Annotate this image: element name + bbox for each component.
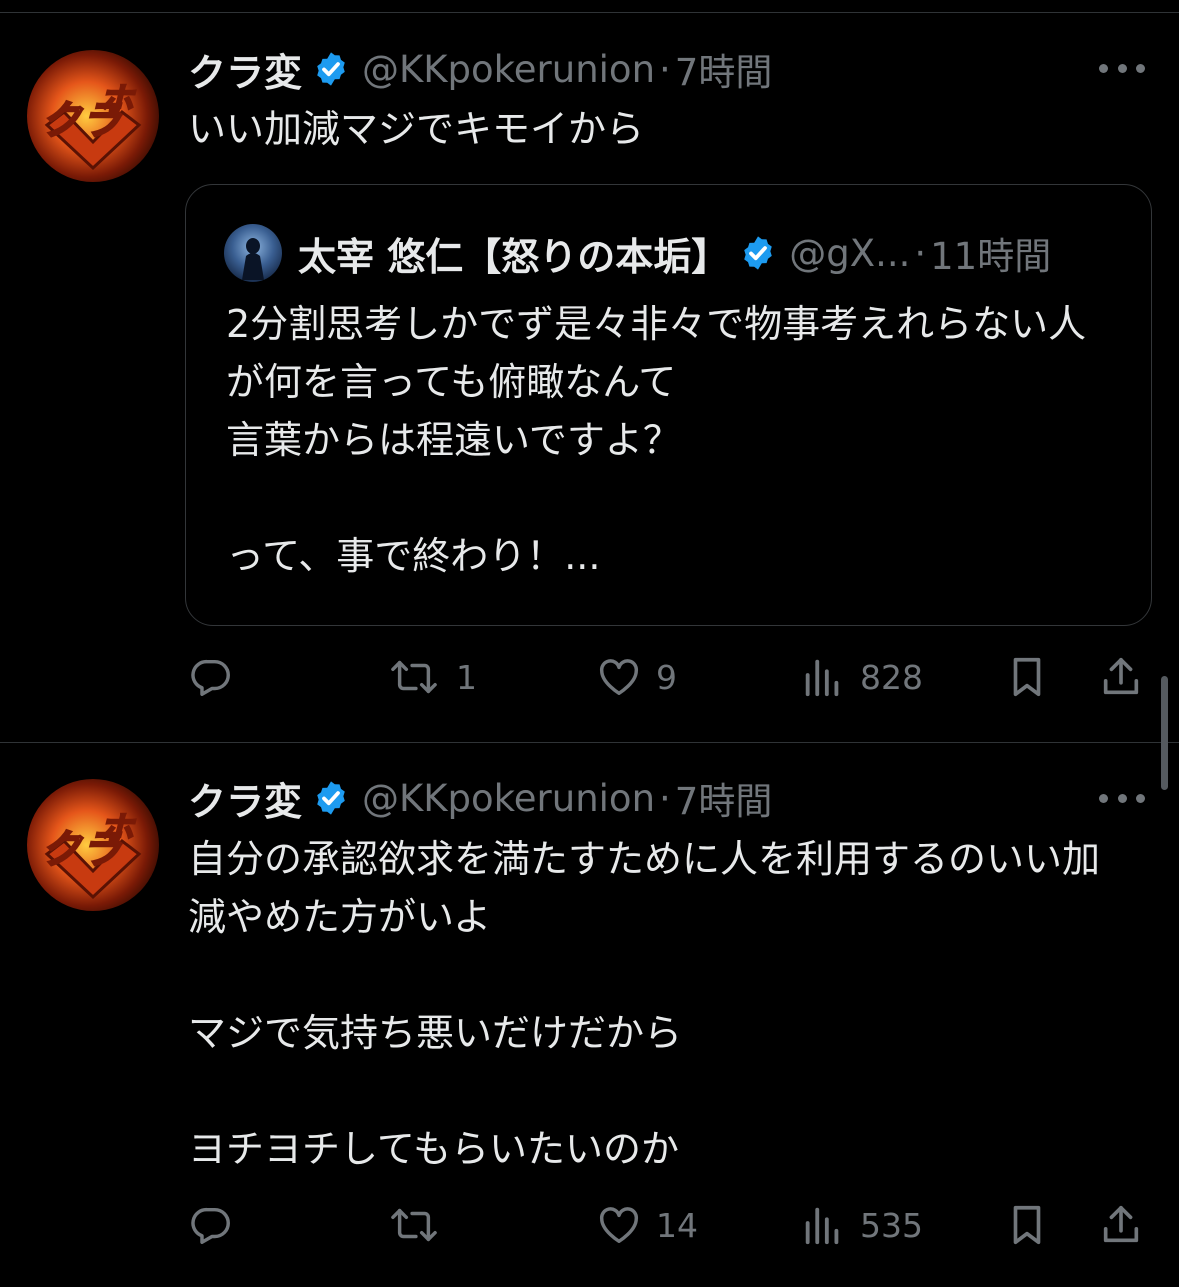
tweet-actions: 14 535: [0, 1194, 1179, 1254]
quoted-author-handle: @gX...: [789, 231, 911, 275]
share-icon: [1103, 1205, 1139, 1243]
tweet-text: いい加減マジでキモイから: [188, 107, 645, 151]
views-button[interactable]: 828: [800, 654, 923, 700]
share-button[interactable]: [1098, 1202, 1144, 1248]
like-button[interactable]: 14: [596, 1202, 698, 1248]
like-icon: [600, 1207, 638, 1244]
tweet-actions: 1 9 828: [0, 646, 1179, 706]
reply-button[interactable]: [188, 1202, 248, 1248]
top-divider: [0, 12, 1179, 13]
scrollbar[interactable]: [1161, 676, 1168, 790]
quoted-author-name: 太宰 悠仁【怒りの本垢】: [298, 234, 730, 279]
author-handle[interactable]: @KKpokerunion: [362, 48, 655, 91]
separator-dot: ·: [659, 47, 671, 91]
like-count: 9: [656, 657, 677, 697]
quoted-timestamp: 11時間: [930, 235, 1052, 278]
repost-button[interactable]: 1: [386, 654, 477, 700]
views-icon: [805, 1207, 839, 1245]
like-icon: [600, 659, 638, 696]
timestamp[interactable]: 7時間: [675, 771, 773, 825]
author-name[interactable]: クラ変: [188, 771, 302, 826]
views-count: 828: [860, 657, 923, 697]
svg-text:ホ: ホ: [99, 81, 136, 121]
reply-icon: [191, 1207, 230, 1244]
separator-dot: ·: [659, 776, 671, 820]
views-button[interactable]: 535: [800, 1202, 923, 1248]
like-count: 14: [656, 1205, 698, 1245]
author-name[interactable]: クラ変: [188, 42, 302, 97]
more-icon[interactable]: [1099, 58, 1145, 78]
verified-badge-icon: [317, 781, 345, 815]
author-handle[interactable]: @KKpokerunion: [362, 777, 655, 820]
bookmark-button[interactable]: [1004, 654, 1050, 700]
like-button[interactable]: 9: [596, 654, 677, 700]
views-count: 535: [860, 1205, 923, 1245]
avatar[interactable]: クラ ホ: [27, 779, 159, 911]
more-icon[interactable]: [1099, 788, 1145, 808]
separator-dot: ·: [914, 231, 927, 275]
bookmark-icon: [1013, 1205, 1041, 1245]
repost-button[interactable]: [386, 1202, 456, 1248]
tweet-text: 自分の承認欲求を満たすために人を利用するのいい加減やめた方がいよ マジで気持ち悪…: [188, 837, 1101, 1171]
timestamp[interactable]: 7時間: [675, 42, 773, 96]
svg-text:ホ: ホ: [99, 810, 136, 850]
avatar[interactable]: クラ ホ: [27, 50, 159, 182]
quoted-tweet-text: 2分割思考しかでず是々非々で物事考えれらない人が何を言っても俯瞰なんて 言葉から…: [226, 302, 1087, 578]
repost-count: 1: [456, 657, 477, 697]
share-button[interactable]: [1098, 654, 1144, 700]
bookmark-button[interactable]: [1004, 1202, 1050, 1248]
tweet-divider: [0, 742, 1179, 743]
repost-icon: [391, 660, 437, 694]
reply-button[interactable]: [188, 654, 248, 700]
quoted-tweet[interactable]: 太宰 悠仁【怒りの本垢】 @gX... · 11時間 2分割思考しかでず是々非々…: [185, 184, 1152, 626]
verified-badge-icon: [317, 52, 345, 86]
bookmark-icon: [1013, 657, 1041, 697]
verified-badge-icon: [744, 236, 773, 270]
repost-icon: [391, 1208, 437, 1242]
reply-icon: [191, 659, 230, 696]
views-icon: [805, 659, 839, 697]
quoted-avatar: [224, 224, 282, 282]
share-icon: [1103, 657, 1139, 695]
